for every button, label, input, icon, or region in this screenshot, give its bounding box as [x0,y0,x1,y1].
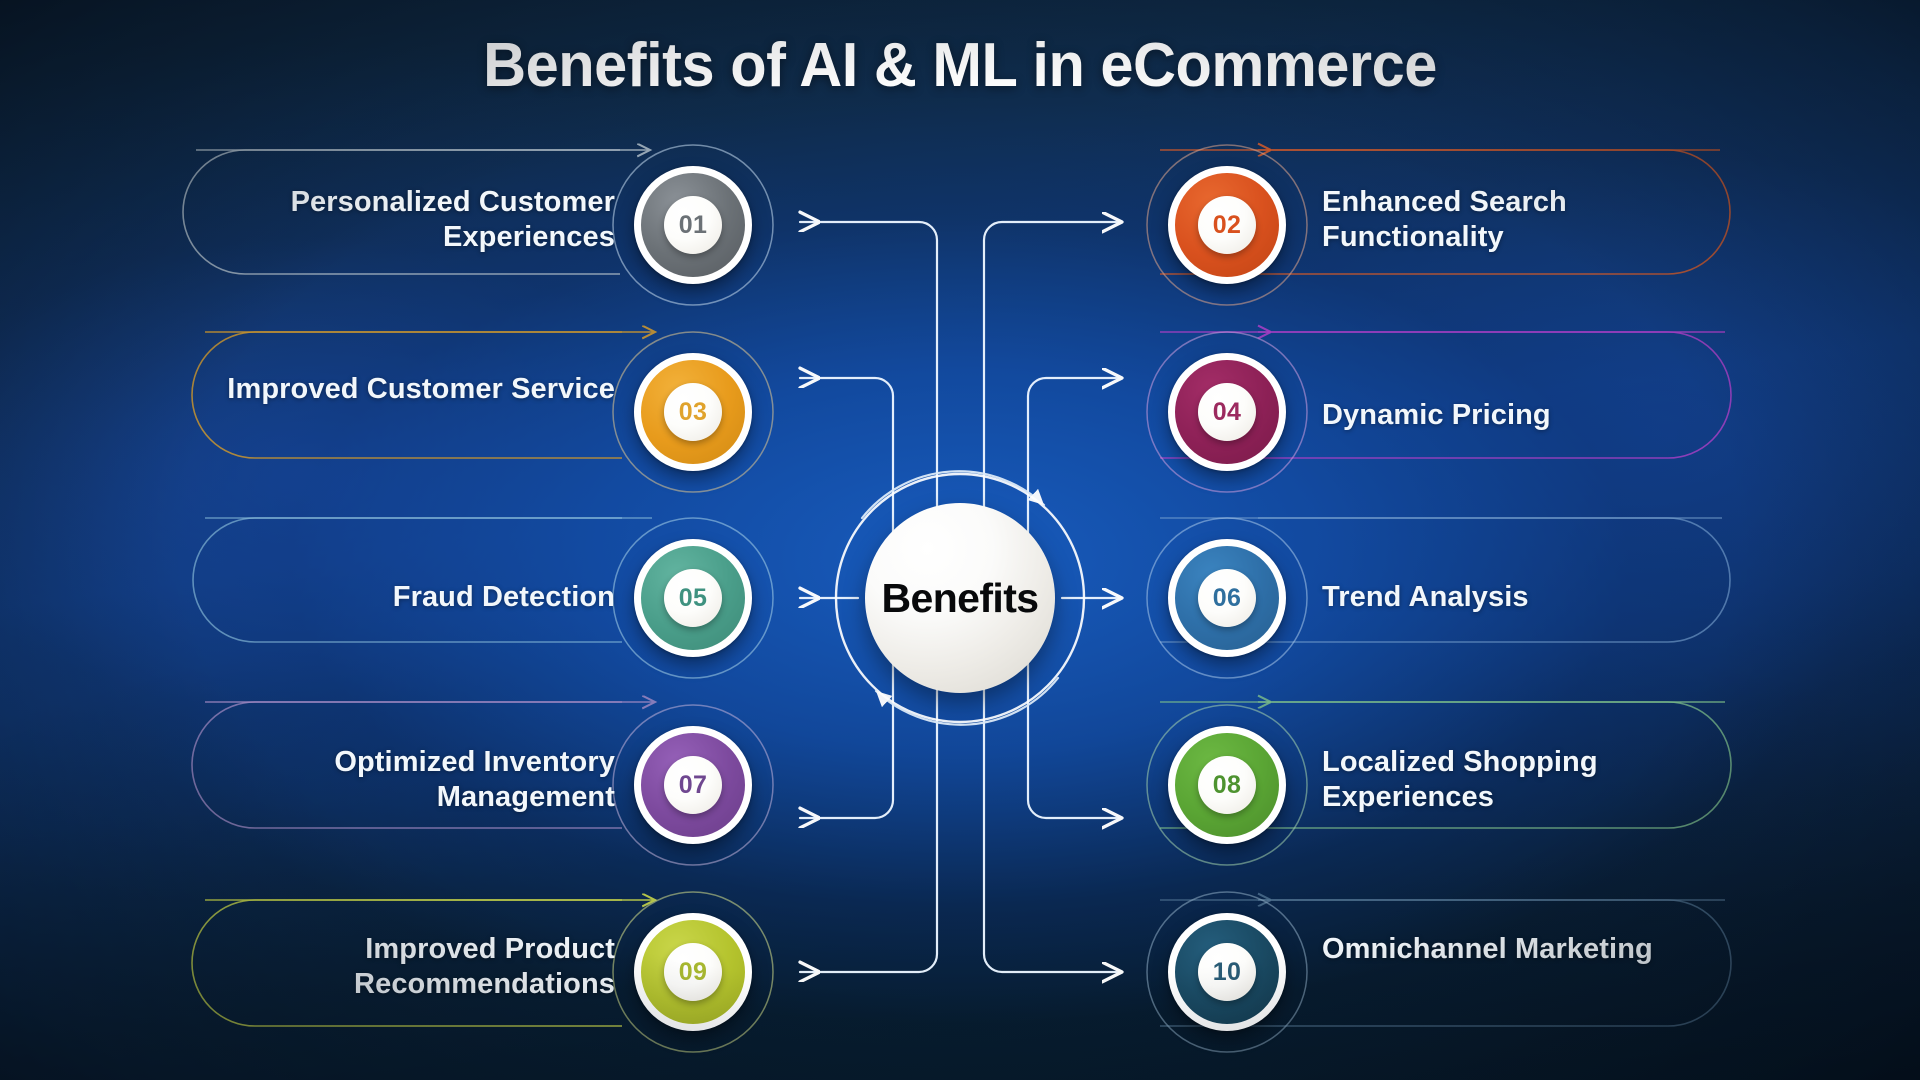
bubble-number: 07 [678,770,708,799]
item-label-02: Enhanced Search Functionality [1322,186,1567,253]
item-label-06: Trend Analysis [1322,581,1529,613]
bubble-number: 04 [1212,397,1242,426]
number-bubble-04[interactable]: 04 [1168,353,1286,471]
item-label-04: Dynamic Pricing [1322,399,1551,431]
bubble-inner: 10 [1198,943,1256,1001]
bubble-inner: 01 [664,196,722,254]
number-bubble-02[interactable]: 02 [1168,166,1286,284]
item-label-05: Fraud Detection [392,581,615,613]
number-bubble-06[interactable]: 06 [1168,539,1286,657]
number-bubble-10[interactable]: 10 [1168,913,1286,1031]
bubble-number: 03 [678,397,708,426]
bubble-inner: 09 [664,943,722,1001]
bubble-number: 02 [1212,210,1242,239]
bubble-number: 10 [1212,957,1242,986]
item-label-09: Improved Product Recommendations [354,933,615,1000]
number-bubble-03[interactable]: 03 [634,353,752,471]
center-hub: Benefits [865,503,1055,693]
bubble-inner: 04 [1198,383,1256,441]
bubble-inner: 07 [664,756,722,814]
item-label-10: Omnichannel Marketing [1322,933,1653,965]
number-bubble-07[interactable]: 07 [634,726,752,844]
infographic-canvas: Benefits of AI & ML in eCommerce Benefit… [0,0,1920,1080]
number-bubble-05[interactable]: 05 [634,539,752,657]
number-bubble-01[interactable]: 01 [634,166,752,284]
hub-core: Benefits [865,503,1055,693]
item-label-03: Improved Customer Service [227,373,615,405]
bubble-number: 05 [678,583,708,612]
number-bubble-09[interactable]: 09 [634,913,752,1031]
bubble-inner: 03 [664,383,722,441]
hub-label: Benefits [881,574,1040,621]
bubble-inner: 02 [1198,196,1256,254]
bubble-number: 06 [1212,583,1242,612]
bubble-inner: 06 [1198,569,1256,627]
item-label-08: Localized Shopping Experiences [1322,746,1598,813]
bubble-inner: 08 [1198,756,1256,814]
bubble-inner: 05 [664,569,722,627]
number-bubble-08[interactable]: 08 [1168,726,1286,844]
item-label-07: Optimized Inventory Management [334,746,615,813]
item-label-01: Personalized Customer Experiences [290,186,615,253]
bubble-number: 01 [678,210,708,239]
bubble-number: 09 [678,957,708,986]
bubble-number: 08 [1212,770,1242,799]
